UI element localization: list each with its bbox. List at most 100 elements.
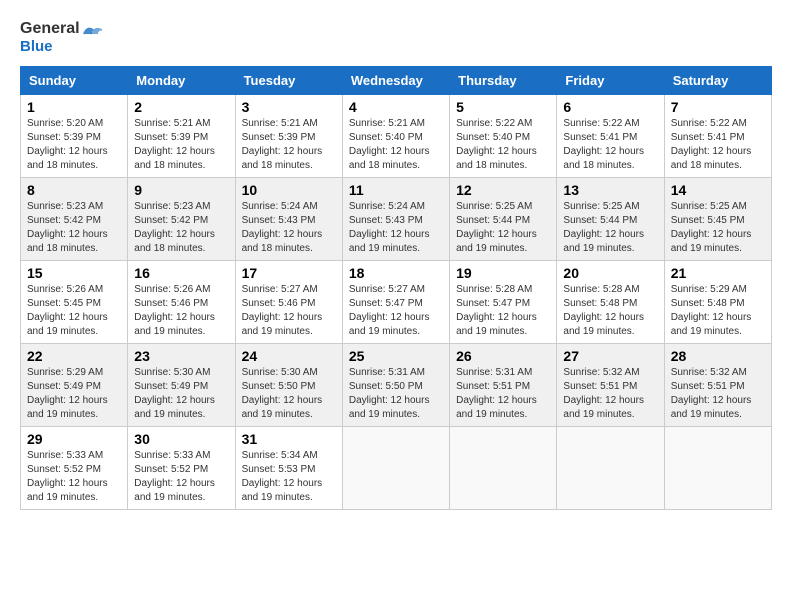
logo-general: General: [20, 20, 80, 38]
day-number: 29: [27, 431, 121, 447]
day-cell: 28 Sunrise: 5:32 AM Sunset: 5:51 PM Dayli…: [664, 343, 771, 426]
day-cell: 10 Sunrise: 5:24 AM Sunset: 5:43 PM Dayli…: [235, 177, 342, 260]
day-cell: 8Sunrise: 5:23 AM Sunset: 5:42 PM Daylig…: [21, 177, 128, 260]
header-sunday: Sunday: [21, 66, 128, 94]
header-saturday: Saturday: [664, 66, 771, 94]
day-cell: 4Sunrise: 5:21 AM Sunset: 5:40 PM Daylig…: [342, 94, 449, 177]
day-number: 21: [671, 265, 765, 281]
day-cell: 18 Sunrise: 5:27 AM Sunset: 5:47 PM Dayli…: [342, 260, 449, 343]
header-wednesday: Wednesday: [342, 66, 449, 94]
day-number: 30: [134, 431, 228, 447]
day-cell: 27 Sunrise: 5:32 AM Sunset: 5:51 PM Dayli…: [557, 343, 664, 426]
day-cell: 20Sunrise: 5:28 AM Sunset: 5:48 PM Dayli…: [557, 260, 664, 343]
page-header: General Blue: [20, 20, 772, 56]
day-number: 27: [563, 348, 657, 364]
day-cell: 11 Sunrise: 5:24 AM Sunset: 5:43 PM Dayli…: [342, 177, 449, 260]
day-number: 8: [27, 182, 121, 198]
day-info: Sunrise: 5:22 AM Sunset: 5:40 PM Dayligh…: [456, 117, 550, 173]
calendar-table: SundayMondayTuesdayWednesdayThursdayFrid…: [20, 66, 772, 510]
day-cell: 24 Sunrise: 5:30 AM Sunset: 5:50 PM Dayli…: [235, 343, 342, 426]
day-info: Sunrise: 5:31 AM Sunset: 5:51 PM Dayligh…: [456, 366, 550, 422]
day-info: Sunrise: 5:24 AM Sunset: 5:43 PM Dayligh…: [242, 200, 336, 256]
day-number: 9: [134, 182, 228, 198]
day-cell: [557, 426, 664, 509]
day-cell: 2 Sunrise: 5:21 AM Sunset: 5:39 PM Daylig…: [128, 94, 235, 177]
day-info: Sunrise: 5:23 AM Sunset: 5:42 PM Dayligh…: [134, 200, 228, 256]
day-number: 25: [349, 348, 443, 364]
day-number: 12: [456, 182, 550, 198]
day-cell: 26 Sunrise: 5:31 AM Sunset: 5:51 PM Dayli…: [450, 343, 557, 426]
day-number: 4: [349, 99, 443, 115]
day-info: Sunrise: 5:33 AM Sunset: 5:52 PM Dayligh…: [134, 449, 228, 505]
day-number: 22: [27, 348, 121, 364]
header-tuesday: Tuesday: [235, 66, 342, 94]
day-number: 18: [349, 265, 443, 281]
day-info: Sunrise: 5:29 AM Sunset: 5:49 PM Dayligh…: [27, 366, 121, 422]
day-info: Sunrise: 5:29 AM Sunset: 5:48 PM Dayligh…: [671, 283, 765, 339]
day-info: Sunrise: 5:32 AM Sunset: 5:51 PM Dayligh…: [563, 366, 657, 422]
day-cell: 15 Sunrise: 5:26 AM Sunset: 5:45 PM Dayli…: [21, 260, 128, 343]
header-thursday: Thursday: [450, 66, 557, 94]
day-info: Sunrise: 5:22 AM Sunset: 5:41 PM Dayligh…: [671, 117, 765, 173]
day-number: 10: [242, 182, 336, 198]
week-row-4: 22 Sunrise: 5:29 AM Sunset: 5:49 PM Dayli…: [21, 343, 772, 426]
day-cell: 23Sunrise: 5:30 AM Sunset: 5:49 PM Dayli…: [128, 343, 235, 426]
day-info: Sunrise: 5:31 AM Sunset: 5:50 PM Dayligh…: [349, 366, 443, 422]
day-cell: 14 Sunrise: 5:25 AM Sunset: 5:45 PM Dayli…: [664, 177, 771, 260]
day-cell: 25 Sunrise: 5:31 AM Sunset: 5:50 PM Dayli…: [342, 343, 449, 426]
day-info: Sunrise: 5:32 AM Sunset: 5:51 PM Dayligh…: [671, 366, 765, 422]
day-number: 3: [242, 99, 336, 115]
day-number: 16: [134, 265, 228, 281]
day-cell: [342, 426, 449, 509]
day-info: Sunrise: 5:30 AM Sunset: 5:50 PM Dayligh…: [242, 366, 336, 422]
day-number: 11: [349, 182, 443, 198]
day-info: Sunrise: 5:25 AM Sunset: 5:45 PM Dayligh…: [671, 200, 765, 256]
day-number: 6: [563, 99, 657, 115]
day-number: 17: [242, 265, 336, 281]
day-cell: [664, 426, 771, 509]
logo-blue: Blue: [20, 38, 80, 55]
week-row-2: 8 Sunrise: 5:23 AM Sunset: 5:42 PM Daylig…: [21, 177, 772, 260]
day-cell: 19Sunrise: 5:28 AM Sunset: 5:47 PM Dayli…: [450, 260, 557, 343]
day-number: 28: [671, 348, 765, 364]
logo: General Blue: [20, 20, 106, 56]
day-number: 7: [671, 99, 765, 115]
day-info: Sunrise: 5:33 AM Sunset: 5:52 PM Dayligh…: [27, 449, 121, 505]
day-cell: 31 Sunrise: 5:34 AM Sunset: 5:53 PM Dayli…: [235, 426, 342, 509]
day-number: 26: [456, 348, 550, 364]
week-row-5: 29 Sunrise: 5:33 AM Sunset: 5:52 PM Dayli…: [21, 426, 772, 509]
day-cell: 16Sunrise: 5:26 AM Sunset: 5:46 PM Dayli…: [128, 260, 235, 343]
bird-icon: [82, 24, 106, 44]
day-info: Sunrise: 5:24 AM Sunset: 5:43 PM Dayligh…: [349, 200, 443, 256]
day-info: Sunrise: 5:30 AM Sunset: 5:49 PM Dayligh…: [134, 366, 228, 422]
day-info: Sunrise: 5:25 AM Sunset: 5:44 PM Dayligh…: [456, 200, 550, 256]
day-info: Sunrise: 5:22 AM Sunset: 5:41 PM Dayligh…: [563, 117, 657, 173]
day-info: Sunrise: 5:27 AM Sunset: 5:47 PM Dayligh…: [349, 283, 443, 339]
day-info: Sunrise: 5:21 AM Sunset: 5:39 PM Dayligh…: [242, 117, 336, 173]
day-number: 20: [563, 265, 657, 281]
day-cell: 1Sunrise: 5:20 AM Sunset: 5:39 PM Daylig…: [21, 94, 128, 177]
day-cell: 9 Sunrise: 5:23 AM Sunset: 5:42 PM Daylig…: [128, 177, 235, 260]
day-number: 15: [27, 265, 121, 281]
day-cell: 17 Sunrise: 5:27 AM Sunset: 5:46 PM Dayli…: [235, 260, 342, 343]
day-number: 14: [671, 182, 765, 198]
day-info: Sunrise: 5:27 AM Sunset: 5:46 PM Dayligh…: [242, 283, 336, 339]
day-cell: 13Sunrise: 5:25 AM Sunset: 5:44 PM Dayli…: [557, 177, 664, 260]
day-info: Sunrise: 5:28 AM Sunset: 5:47 PM Dayligh…: [456, 283, 550, 339]
day-cell: 6 Sunrise: 5:22 AM Sunset: 5:41 PM Daylig…: [557, 94, 664, 177]
day-number: 1: [27, 99, 121, 115]
day-number: 24: [242, 348, 336, 364]
day-number: 5: [456, 99, 550, 115]
day-cell: 22 Sunrise: 5:29 AM Sunset: 5:49 PM Dayli…: [21, 343, 128, 426]
day-info: Sunrise: 5:26 AM Sunset: 5:45 PM Dayligh…: [27, 283, 121, 339]
day-info: Sunrise: 5:21 AM Sunset: 5:39 PM Dayligh…: [134, 117, 228, 173]
day-cell: 21 Sunrise: 5:29 AM Sunset: 5:48 PM Dayli…: [664, 260, 771, 343]
calendar-header-row: SundayMondayTuesdayWednesdayThursdayFrid…: [21, 66, 772, 94]
day-cell: 12 Sunrise: 5:25 AM Sunset: 5:44 PM Dayli…: [450, 177, 557, 260]
day-number: 31: [242, 431, 336, 447]
day-number: 2: [134, 99, 228, 115]
day-cell: 30 Sunrise: 5:33 AM Sunset: 5:52 PM Dayli…: [128, 426, 235, 509]
day-info: Sunrise: 5:34 AM Sunset: 5:53 PM Dayligh…: [242, 449, 336, 505]
day-info: Sunrise: 5:25 AM Sunset: 5:44 PM Dayligh…: [563, 200, 657, 256]
day-cell: 29 Sunrise: 5:33 AM Sunset: 5:52 PM Dayli…: [21, 426, 128, 509]
